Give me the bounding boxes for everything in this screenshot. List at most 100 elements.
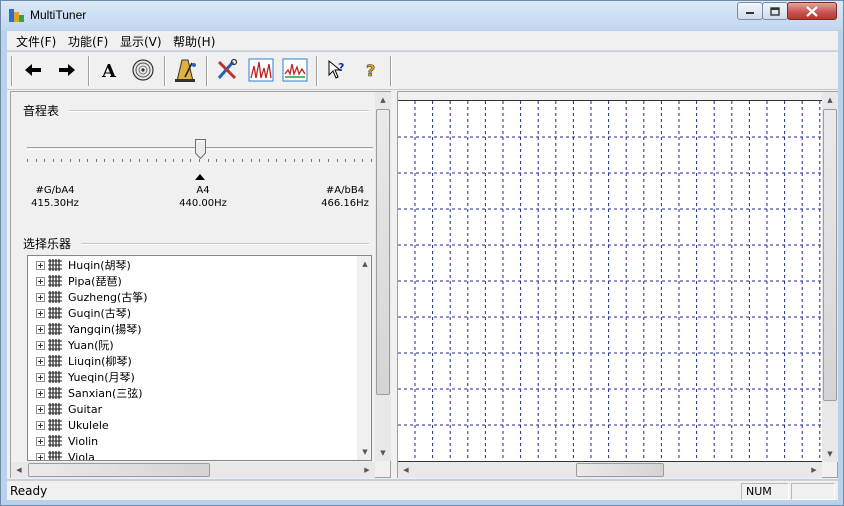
- scroll-left-arrow[interactable]: ◀: [11, 462, 27, 478]
- tree-item[interactable]: Sanxian(三弦): [28, 385, 358, 401]
- expand-icon[interactable]: [36, 340, 45, 350]
- tree-item[interactable]: Ukulele: [28, 417, 358, 433]
- help-button[interactable]: ?: [356, 55, 386, 85]
- expand-icon[interactable]: [36, 372, 45, 382]
- svg-text:?: ?: [366, 61, 375, 80]
- menu-function[interactable]: 功能(F): [68, 33, 108, 50]
- center-frequency: 440.00Hz: [179, 198, 227, 209]
- metronome-button[interactable]: [170, 55, 200, 85]
- scroll-thumb[interactable]: [576, 463, 664, 477]
- tree-item[interactable]: Huqin(胡琴): [28, 257, 358, 273]
- tools-button[interactable]: [212, 55, 242, 85]
- expand-icon[interactable]: [36, 276, 45, 286]
- scroll-thumb[interactable]: [823, 109, 837, 401]
- expand-icon[interactable]: [36, 420, 45, 430]
- scroll-down-arrow[interactable]: ▼: [822, 446, 838, 462]
- slider-tick: [52, 159, 54, 162]
- tree-item[interactable]: Viola: [28, 449, 358, 461]
- tuning-grid[interactable]: [398, 100, 822, 462]
- instrument-tree[interactable]: Huqin(胡琴) Pipa(琵琶) Guzheng(古筝) Guqin(古琴) Yan…: [27, 255, 372, 461]
- slider-tick: [113, 159, 114, 162]
- tree-item[interactable]: Violin: [28, 433, 358, 449]
- slider-tick: [371, 159, 372, 162]
- expand-icon[interactable]: [36, 324, 45, 334]
- spectrum-button[interactable]: [246, 55, 276, 85]
- right-horizontal-scrollbar[interactable]: ◀ ▶: [398, 462, 822, 478]
- close-icon: [806, 5, 818, 17]
- context-help-button[interactable]: ?: [322, 55, 352, 85]
- tree-item[interactable]: Guitar: [28, 401, 358, 417]
- pitch-slider-thumb[interactable]: [195, 139, 206, 159]
- scroll-thumb[interactable]: [28, 463, 210, 477]
- expand-icon[interactable]: [36, 436, 45, 446]
- slider-tick: [181, 159, 183, 162]
- tree-item[interactable]: Guqin(古琴): [28, 305, 358, 321]
- expand-icon[interactable]: [36, 260, 45, 270]
- left-horizontal-scrollbar[interactable]: ◀ ▶: [11, 462, 375, 478]
- waveform-icon: [282, 58, 308, 82]
- arrow-right-icon: [59, 64, 75, 76]
- menu-view[interactable]: 显示(V): [120, 33, 162, 50]
- pitch-group-label: 音程表: [23, 104, 60, 118]
- slider-tick: [164, 159, 166, 162]
- tree-scrollbar[interactable]: ▲ ▼: [357, 256, 371, 460]
- slider-tick: [353, 159, 355, 162]
- tree-item[interactable]: Yueqin(月琴): [28, 369, 358, 385]
- tree-item[interactable]: Yuan(阮): [28, 337, 358, 353]
- slider-tick: [147, 159, 149, 162]
- spectrum-icon: [248, 58, 274, 82]
- tree-item[interactable]: Liuqin(柳琴): [28, 353, 358, 369]
- scroll-down-arrow[interactable]: ▼: [357, 444, 371, 460]
- font-button[interactable]: A: [94, 55, 124, 85]
- expand-icon[interactable]: [36, 356, 45, 366]
- scroll-left-arrow[interactable]: ◀: [398, 462, 414, 478]
- instrument-icon: [48, 275, 62, 287]
- close-button[interactable]: [787, 2, 837, 20]
- back-button[interactable]: [18, 55, 48, 85]
- tree-item-label: Viola: [68, 450, 95, 461]
- scroll-right-arrow[interactable]: ▶: [806, 462, 822, 478]
- expand-icon[interactable]: [36, 388, 45, 398]
- forward-button[interactable]: [52, 55, 82, 85]
- scroll-up-arrow[interactable]: ▲: [375, 92, 391, 108]
- expand-icon[interactable]: [36, 404, 45, 414]
- slider-tick: [104, 159, 106, 162]
- expand-icon[interactable]: [36, 452, 45, 460]
- slider-tick: [78, 159, 80, 162]
- slider-tick: [267, 159, 269, 162]
- menu-help[interactable]: 帮助(H): [173, 33, 215, 50]
- tree-item[interactable]: Guzheng(古筝): [28, 289, 358, 305]
- expand-icon[interactable]: [36, 308, 45, 318]
- scroll-thumb[interactable]: [376, 109, 390, 395]
- title-bar[interactable]: MultiTuner: [1, 1, 843, 30]
- display-panel: ▲ ▼ ◀ ▶: [397, 91, 838, 478]
- scroll-up-arrow[interactable]: ▲: [822, 92, 838, 108]
- maximize-button[interactable]: [762, 2, 788, 20]
- toolbar-separator: [206, 56, 208, 86]
- scroll-right-arrow[interactable]: ▶: [359, 462, 375, 478]
- minimize-button[interactable]: [737, 2, 763, 20]
- speaker-button[interactable]: [128, 55, 158, 85]
- tree-item[interactable]: Pipa(琵琶): [28, 273, 358, 289]
- menu-file[interactable]: 文件(F): [16, 33, 56, 50]
- slider-tick: [302, 159, 304, 162]
- center-marker-icon: [195, 174, 205, 180]
- slider-tick: [173, 159, 175, 162]
- tools-icon: [217, 58, 238, 80]
- waveform-button[interactable]: [280, 55, 310, 85]
- expand-icon[interactable]: [36, 292, 45, 302]
- help-icon: ?: [366, 61, 376, 81]
- tree-item-label: Guzheng(古筝): [68, 291, 148, 304]
- slider-tick: [310, 159, 312, 162]
- left-note: #G/bA4: [35, 185, 75, 196]
- group-divider: [69, 110, 369, 112]
- left-vertical-scrollbar[interactable]: ▲ ▼: [375, 92, 391, 461]
- slider-tick: [199, 159, 200, 162]
- slider-tick: [328, 159, 329, 162]
- tree-item-label: Sanxian(三弦): [68, 387, 143, 400]
- right-vertical-scrollbar[interactable]: ▲ ▼: [822, 92, 838, 462]
- tree-item[interactable]: Yangqin(揚琴): [28, 321, 358, 337]
- scroll-up-arrow[interactable]: ▲: [357, 256, 371, 272]
- status-panel-empty: [791, 483, 835, 500]
- scroll-down-arrow[interactable]: ▼: [375, 445, 391, 461]
